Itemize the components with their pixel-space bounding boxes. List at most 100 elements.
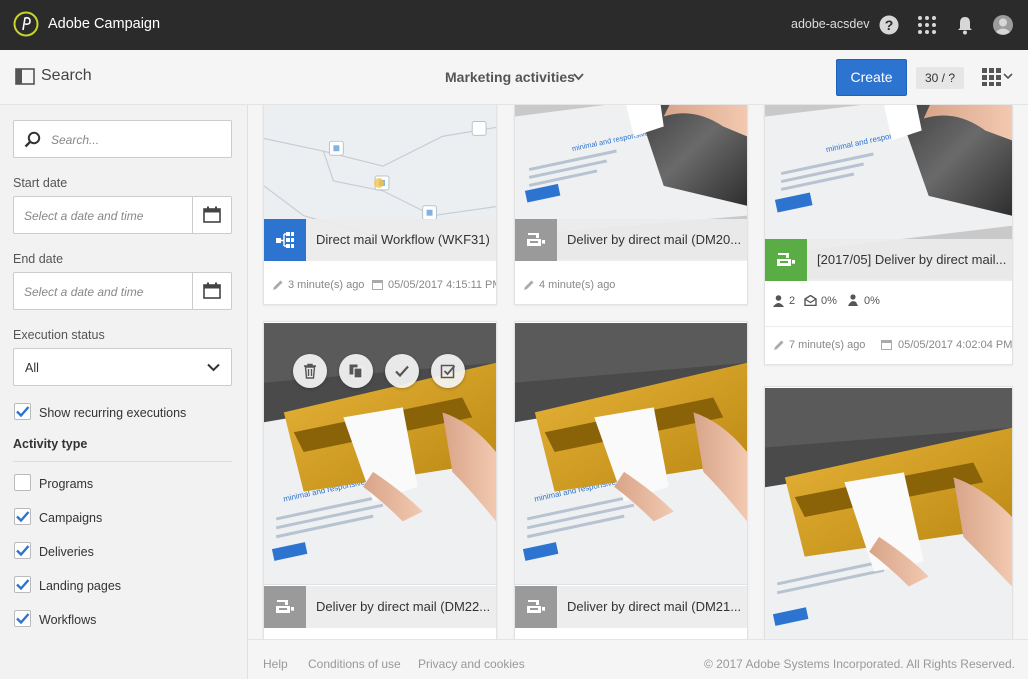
chevron-down-icon [207,363,220,372]
direct-mail-icon [527,233,545,246]
show-recurring-checkbox[interactable] [14,403,31,420]
activity-card-grid: Direct mail Workflow (WKF31) 3 minute(s)… [248,105,1028,639]
activity-type-label[interactable]: Deliveries [39,545,94,559]
card-date: 05/05/2017 4:02:04 PM [898,339,1013,351]
activity-type-checkbox[interactable] [14,576,31,593]
execution-status-label: Execution status [13,328,105,342]
pencil-icon [273,280,283,290]
approve-icon [395,365,409,378]
direct-mail-thumbnail: minimal and responsive marketing email t… [515,323,747,585]
activity-type-label[interactable]: Programs [39,477,93,491]
calendar-icon [203,206,221,223]
delivery-type-badge [515,219,557,261]
card-modified: 4 minute(s) ago [539,279,616,291]
context-selector[interactable]: Marketing activities [445,69,575,85]
pencil-icon [524,280,534,290]
card-title-bar: Deliver by direct mail (DM21... [515,586,747,628]
apps-grid-icon[interactable] [916,14,938,36]
chevron-down-icon[interactable] [573,73,584,81]
app-title[interactable]: Adobe Campaign [48,16,160,32]
direct-mail-thumbnail [765,388,1012,639]
card-title[interactable]: Deliver by direct mail (DM22... [316,599,492,614]
card-stat-response: 0% [864,295,880,307]
review-button[interactable] [431,354,465,388]
top-bar: Adobe Campaign adobe-acsdev ? [0,0,1028,50]
duplicate-button[interactable] [339,354,373,388]
scrollbar[interactable] [1014,105,1028,639]
divider [765,326,1012,327]
card-title[interactable]: Deliver by direct mail (DM21... [567,599,743,614]
activity-type-checkbox[interactable] [14,508,31,525]
user-name[interactable]: adobe-acsdev [791,17,870,31]
activity-type-label[interactable]: Workflows [39,613,96,627]
delivery-done-type-badge [765,239,807,281]
calendar-icon [203,282,221,299]
start-date-field[interactable]: Select a date and time [13,196,232,234]
activity-type-label[interactable]: Landing pages [39,579,121,593]
end-date-label: End date [13,252,64,266]
card-modified: 3 minute(s) ago [288,279,365,291]
help-link[interactable]: Help [263,657,288,671]
activity-card[interactable]: minimal and responsive marketing email t… [514,105,748,305]
checkmark-icon [16,406,30,418]
end-date-calendar-button[interactable] [192,273,231,309]
card-title-bar: Direct mail Workflow (WKF31) [264,219,496,261]
privacy-link[interactable]: Privacy and cookies [418,657,525,671]
activity-card[interactable]: minimal and responsive marketing email t… [514,321,748,639]
user-avatar-icon[interactable] [992,14,1014,36]
mailbox-icon [804,295,817,306]
recipients-icon [773,295,784,307]
calendar-icon [372,280,383,290]
end-date-field[interactable]: Select a date and time [13,272,232,310]
svg-text:?: ? [885,17,894,33]
delivery-type-badge [264,586,306,628]
activity-type-checkbox[interactable] [14,610,31,627]
card-date: 05/05/2017 4:15:11 PM [388,279,497,291]
card-title-bar: Deliver by direct mail (DM22... [264,586,496,628]
checkmark-icon [16,579,30,591]
review-icon [440,364,456,379]
duplicate-icon [349,364,363,379]
card-title[interactable]: [2017/05] Deliver by direct mail... [817,252,1007,267]
header-bar: Search Marketing activities Create 30 / … [0,50,1028,105]
create-button[interactable]: Create [836,59,907,96]
filter-sidebar: Search... Start date Select a date and t… [0,105,248,679]
activity-card[interactable]: minimal and responsive marketing email t… [263,321,497,639]
activity-card[interactable] [764,386,1013,639]
activity-type-checkbox[interactable] [14,542,31,559]
card-title-bar: [2017/05] Deliver by direct mail... [765,239,1012,281]
adobe-campaign-logo-icon[interactable] [13,11,39,37]
conditions-link[interactable]: Conditions of use [308,657,401,671]
direct-mail-icon [276,600,294,613]
start-date-label: Start date [13,176,68,190]
start-date-placeholder: Select a date and time [24,209,144,223]
footer: Help Conditions of use Privacy and cooki… [248,639,1028,679]
activity-type-label[interactable]: Campaigns [39,511,102,525]
delivery-type-badge [515,586,557,628]
help-icon[interactable]: ? [878,14,900,36]
end-date-placeholder: Select a date and time [24,285,144,299]
activity-card[interactable]: minimal and responsive marketing email t… [764,105,1013,365]
sidebar-toggle-icon[interactable] [15,68,35,85]
workflow-icon [276,232,294,248]
workflow-type-badge [264,219,306,261]
activity-type-checkbox[interactable] [14,474,31,491]
search-input[interactable]: Search... [13,120,232,158]
delete-button[interactable] [293,354,327,388]
card-stat-recipients: 2 [789,295,796,307]
card-stat-delivered: 0% [821,295,837,307]
card-title[interactable]: Deliver by direct mail (DM20... [567,232,743,247]
activity-card[interactable]: Direct mail Workflow (WKF31) 3 minute(s)… [263,105,497,305]
show-recurring-label[interactable]: Show recurring executions [39,406,186,420]
notification-bell-icon[interactable] [954,14,976,36]
result-count-badge: 30 / ? [916,67,964,89]
start-date-calendar-button[interactable] [192,197,231,233]
approve-button[interactable] [385,354,419,388]
card-title[interactable]: Direct mail Workflow (WKF31) [316,232,492,247]
card-title-bar: Deliver by direct mail (DM20... [515,219,747,261]
view-switch-grid-icon[interactable] [982,68,1014,86]
execution-status-select[interactable]: All [13,348,232,386]
checkmark-icon [16,613,30,625]
search-icon [24,131,41,148]
user-response-icon [848,294,858,306]
